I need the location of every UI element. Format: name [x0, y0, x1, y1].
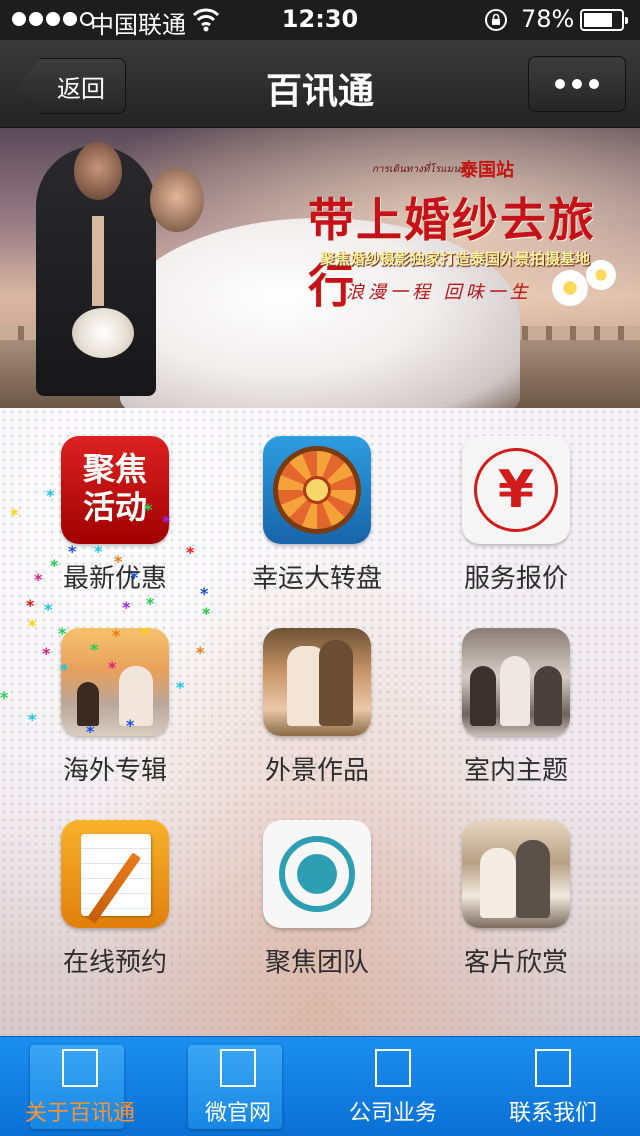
tab-label: 关于百讯通	[24, 1101, 135, 1126]
yen-symbol: ¥	[474, 448, 558, 532]
menu-grid: 聚焦 活动 最新优惠 幸运大转盘 ¥ 服务报价 海外专辑 外景作品 室内主题 在…	[0, 408, 640, 1036]
battery-percent: 78%	[521, 5, 575, 33]
promo-icon-text-2: 活动	[82, 488, 147, 526]
grid-item-outdoor-works[interactable]: 外景作品	[217, 600, 417, 792]
banner-thai-text: การเดินทางที่โรแมนติก	[372, 164, 473, 175]
grid-item-overseas-album[interactable]: 海外专辑	[15, 600, 215, 792]
lucky-wheel-icon	[263, 436, 371, 544]
banner-slogan: 浪漫一程 回味一生	[346, 282, 532, 303]
more-button[interactable]	[528, 56, 626, 112]
square-icon	[375, 1049, 411, 1087]
tab-label: 公司业务	[348, 1101, 437, 1126]
grid-item-lucky-wheel[interactable]: 幸运大转盘	[217, 408, 417, 600]
team-icon	[263, 820, 371, 928]
grid-item-team[interactable]: 聚焦团队	[217, 792, 417, 984]
grid-item-service-price[interactable]: ¥ 服务报价	[416, 408, 616, 600]
grid-item-label: 聚焦团队	[264, 948, 369, 978]
tab-label: 微官网	[204, 1101, 271, 1126]
banner-subhead: 聚焦婚纱摄影独家打造泰国外景拍摄基地	[320, 250, 591, 268]
square-icon	[62, 1049, 98, 1087]
grid-item-latest-offers[interactable]: 聚焦 活动 最新优惠	[15, 408, 215, 600]
groom-figure	[36, 142, 156, 396]
tab-business[interactable]: 公司业务	[313, 1037, 473, 1136]
battery-icon	[580, 9, 628, 31]
outdoor-works-icon	[263, 628, 371, 736]
indoor-theme-icon	[462, 628, 570, 736]
tab-micro-site[interactable]: 微官网	[158, 1037, 318, 1136]
grid-item-label: 最新优惠	[62, 564, 167, 594]
grid-item-label: 在线预约	[62, 948, 167, 978]
tab-label: 联系我们	[508, 1101, 597, 1126]
status-bar: 中国联通 12:30 78%	[0, 0, 640, 40]
grid-item-label: 海外专辑	[62, 756, 167, 786]
ellipsis-icon	[555, 79, 565, 89]
square-icon	[220, 1049, 256, 1087]
navigation-bar: 返回 百讯通	[0, 40, 640, 128]
square-icon	[535, 1049, 571, 1087]
grid-item-online-booking[interactable]: 在线预约	[15, 792, 215, 984]
promo-icon-text-1: 聚焦	[82, 450, 147, 488]
tab-about[interactable]: 关于百讯通	[0, 1037, 160, 1136]
banner-place: 泰国站	[460, 160, 514, 181]
grid-item-label: 幸运大转盘	[251, 564, 382, 594]
grid-item-label: 室内主题	[463, 756, 568, 786]
overseas-album-icon	[61, 628, 169, 736]
grid-item-label: 客片欣赏	[463, 948, 568, 978]
bottom-tab-bar: 关于百讯通 微官网 公司业务 联系我们	[0, 1036, 640, 1136]
promo-banner[interactable]: การเดินทางที่โรแมนติก 泰国站 带上婚纱去旅行 聚焦婚纱摄影…	[0, 128, 640, 408]
bouquet	[72, 308, 134, 358]
booking-icon	[61, 820, 169, 928]
tab-contact[interactable]: 联系我们	[473, 1037, 633, 1136]
grid-item-client-photos[interactable]: 客片欣赏	[416, 792, 616, 984]
grid-item-label: 服务报价	[463, 564, 568, 594]
grid-item-label: 外景作品	[264, 756, 369, 786]
rotation-lock-icon	[484, 8, 508, 32]
grid-item-indoor-theme[interactable]: 室内主题	[416, 600, 616, 792]
bride-figure	[150, 168, 204, 232]
client-photos-icon	[462, 820, 570, 928]
yen-icon: ¥	[462, 436, 570, 544]
promo-icon: 聚焦 活动	[61, 436, 169, 544]
